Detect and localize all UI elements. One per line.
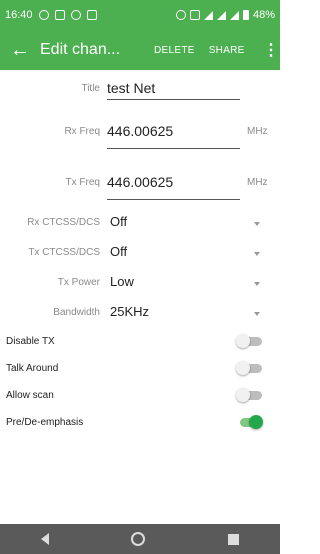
status-bar: 16:40 48% — [0, 0, 280, 30]
tx-freq-underline — [107, 199, 240, 200]
title-label: Title — [81, 83, 100, 94]
tx-freq-input[interactable]: 446.00625 — [107, 174, 173, 190]
signal-icon — [229, 10, 239, 20]
tx-freq-unit: MHz — [247, 177, 268, 188]
tx-freq-label: Tx Freq — [65, 177, 100, 188]
more-vert-icon[interactable]: ⋮ — [262, 40, 280, 60]
app-bar: ← Edit chan... DELETE SHARE ⋮ — [0, 30, 280, 70]
bandwidth-label: Bandwidth — [53, 307, 100, 318]
allow-scan-label: Allow scan — [6, 390, 54, 401]
allow-scan-switch[interactable] — [236, 388, 264, 402]
nav-bar — [0, 524, 280, 554]
page-title: Edit chan... — [40, 41, 121, 58]
rx-freq-underline — [107, 148, 240, 149]
signal-icon — [216, 10, 226, 20]
switch-thumb — [236, 388, 250, 402]
tx-ctcss-select[interactable]: Off — [110, 244, 127, 259]
chevron-down-icon[interactable] — [254, 252, 260, 256]
tx-power-select[interactable]: Low — [110, 274, 134, 289]
delete-button[interactable]: DELETE — [154, 45, 195, 56]
share-button[interactable]: SHARE — [209, 45, 245, 56]
bandwidth-select[interactable]: 25KHz — [110, 304, 149, 319]
battery-icon — [242, 10, 249, 20]
switch-thumb — [236, 361, 250, 375]
rx-freq-label: Rx Freq — [64, 126, 100, 137]
title-input[interactable]: test Net — [107, 80, 155, 96]
status-time: 16:40 — [5, 9, 33, 21]
battery-percent: 48% — [252, 9, 275, 21]
image-icon — [54, 10, 65, 20]
nav-recents-icon[interactable] — [227, 533, 239, 545]
status-bar-right: 48% — [175, 9, 275, 21]
rx-ctcss-label: Rx CTCSS/DCS — [27, 217, 100, 228]
talk-around-label: Talk Around — [6, 363, 59, 374]
disable-tx-label: Disable TX — [6, 336, 55, 347]
switch-thumb — [249, 415, 263, 429]
status-bar-left: 16:40 — [5, 9, 97, 21]
nav-home-icon[interactable] — [131, 532, 146, 546]
rx-ctcss-select[interactable]: Off — [110, 214, 127, 229]
nfc-icon — [189, 10, 200, 20]
pre-deemphasis-label: Pre/De-emphasis — [6, 417, 84, 428]
nav-back-icon[interactable] — [41, 533, 50, 545]
rx-freq-unit: MHz — [247, 126, 268, 137]
chevron-down-icon[interactable] — [254, 282, 260, 286]
disable-tx-switch[interactable] — [236, 334, 264, 348]
title-underline — [107, 99, 240, 100]
tx-power-label: Tx Power — [57, 277, 100, 288]
chevron-down-icon[interactable] — [254, 222, 260, 226]
message-icon — [86, 10, 97, 20]
rx-freq-input[interactable]: 446.00625 — [107, 123, 173, 139]
tx-ctcss-label: Tx CTCSS/DCS — [28, 247, 100, 258]
alarm-icon — [175, 10, 186, 20]
notification-icon — [70, 10, 81, 20]
chevron-down-icon[interactable] — [254, 312, 260, 316]
talk-around-switch[interactable] — [236, 361, 264, 375]
wifi-icon — [203, 10, 213, 20]
pre-deemphasis-switch[interactable] — [236, 415, 264, 429]
arrow-back-icon[interactable]: ← — [0, 30, 40, 70]
notification-icon — [38, 10, 49, 20]
switch-thumb — [236, 334, 250, 348]
